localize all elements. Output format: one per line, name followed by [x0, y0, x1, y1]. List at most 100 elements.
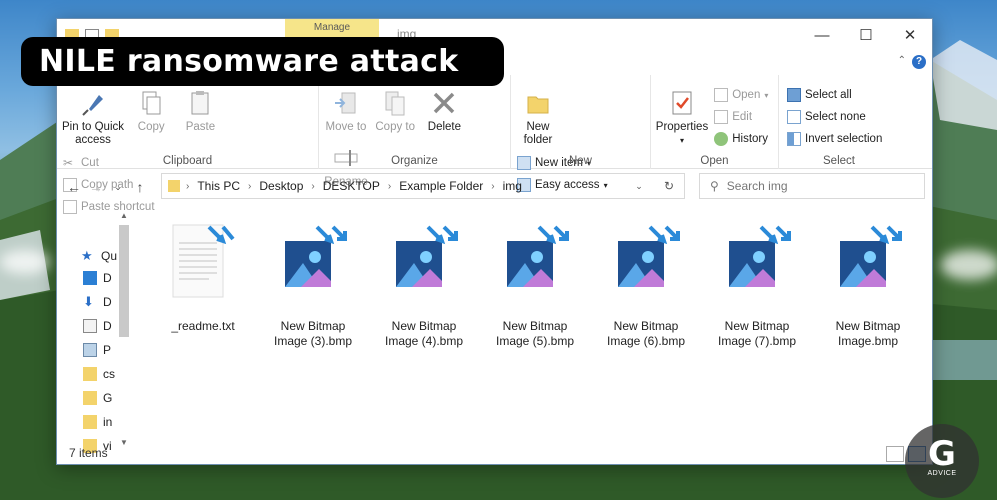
new-folder-button[interactable]: New folder	[515, 89, 561, 147]
invert-selection-button[interactable]: Invert selection	[787, 131, 882, 147]
invert-selection-label: Invert selection	[805, 133, 883, 145]
select-none-button[interactable]: Select none	[787, 109, 882, 125]
delete-label: Delete	[427, 121, 462, 133]
cloud	[940, 250, 997, 280]
pin-to-quick-access-button[interactable]: Pin to Quick access	[61, 89, 125, 147]
select-all-button[interactable]: Select all	[787, 87, 882, 103]
star-icon: ★	[81, 248, 93, 263]
sidebar-item-documents[interactable]: D	[83, 319, 112, 333]
up-arrow-icon[interactable]: ↑	[129, 179, 151, 195]
delete-button[interactable]: Delete	[421, 89, 467, 134]
refresh-icon[interactable]: ↻	[654, 179, 684, 193]
search-placeholder: Search img	[726, 179, 788, 193]
properties-button[interactable]: Properties ▾	[655, 89, 709, 147]
paste-button[interactable]: Paste	[177, 89, 223, 134]
scroll-thumb[interactable]	[119, 225, 129, 337]
edit-icon	[714, 110, 729, 124]
sidebar-item-label: Qu	[101, 249, 118, 263]
select-group: Select all Select none Invert selection …	[779, 75, 899, 169]
history-button[interactable]: History	[714, 131, 768, 147]
image-file-icon	[507, 225, 569, 287]
scroll-down-icon[interactable]: ▼	[117, 438, 131, 447]
delete-icon	[434, 92, 455, 114]
address-dropdown-icon[interactable]: ⌄	[624, 181, 654, 192]
breadcrumb-desktop[interactable]: Desktop	[259, 179, 303, 193]
sidebar-scrollbar[interactable]: ▲ ▼	[117, 211, 131, 447]
close-button[interactable]: ✕	[888, 19, 932, 51]
sidebar-item-downloads[interactable]: ⬇ D	[83, 295, 112, 310]
sidebar-item-pictures[interactable]: P	[83, 343, 111, 357]
edit-button[interactable]: Edit	[714, 109, 768, 125]
file-name: New Bitmap Image (6).bmp	[606, 319, 686, 348]
details-view-icon[interactable]	[886, 446, 904, 462]
navigation-pane[interactable]: ★ Qu D ⬇ D D P cs G in vi ▲ ▼	[57, 205, 135, 453]
select-small-actions: Select all Select none Invert selection	[787, 87, 882, 147]
copy-to-button[interactable]: Copy to	[372, 89, 418, 134]
dropdown-arrow-icon: ▾	[764, 90, 769, 100]
file-name: New Bitmap Image (3).bmp	[273, 319, 353, 348]
sidebar-item-folder-in[interactable]: in	[83, 415, 112, 429]
file-list[interactable]: _readme.txt New Bitmap Image (3).bmp New…	[143, 205, 932, 445]
folder-icon	[83, 367, 97, 381]
move-to-button[interactable]: Move to	[323, 89, 369, 134]
search-icon: ⚲	[710, 179, 719, 193]
text-file-icon	[172, 224, 235, 298]
scroll-up-icon[interactable]: ▲	[117, 211, 131, 220]
open-group: Properties ▾ Open ▾ Edit History Open	[651, 75, 779, 169]
paste-icon	[191, 91, 209, 115]
breadcrumb-img[interactable]: img	[503, 179, 522, 193]
file-item-bitmap[interactable]: New Bitmap Image.bmp	[818, 221, 918, 349]
breadcrumb-separator-icon: ›	[491, 180, 495, 192]
search-box[interactable]: ⚲ Search img	[699, 173, 925, 199]
file-item-bitmap[interactable]: New Bitmap Image (6).bmp	[596, 221, 696, 349]
site-logo-badge: G ADVICE	[905, 424, 979, 498]
maximize-button[interactable]: ☐	[844, 19, 888, 51]
copy-to-icon	[385, 91, 405, 116]
copy-icon	[142, 91, 161, 115]
edit-label: Edit	[732, 111, 753, 123]
file-item-bitmap[interactable]: New Bitmap Image (5).bmp	[485, 221, 585, 349]
minimize-button[interactable]: —	[800, 19, 844, 51]
new-group-label: New	[568, 155, 592, 167]
file-name: New Bitmap Image (4).bmp	[384, 319, 464, 348]
file-item-readme[interactable]: _readme.txt	[153, 221, 253, 334]
sidebar-item-folder-cs[interactable]: cs	[83, 367, 115, 381]
breadcrumb-separator-icon: ›	[186, 180, 190, 192]
file-item-bitmap[interactable]: New Bitmap Image (7).bmp	[707, 221, 807, 349]
folder-icon	[168, 180, 180, 192]
address-bar[interactable]: › This PC › Desktop › DESKTOP › Example …	[161, 173, 685, 199]
article-title-banner: NILE ransomware attack	[21, 37, 504, 86]
help-icon[interactable]: ?	[912, 55, 926, 69]
copy-button[interactable]: Copy	[128, 89, 174, 134]
new-folder-label: New folder	[523, 121, 553, 146]
open-icon	[714, 88, 729, 102]
breadcrumb-example-folder[interactable]: Example Folder	[399, 179, 483, 193]
file-item-bitmap[interactable]: New Bitmap Image (4).bmp	[374, 221, 474, 349]
sidebar-item-label: in	[103, 415, 113, 429]
image-file-icon	[396, 225, 458, 287]
pictures-icon	[83, 343, 97, 357]
image-file-icon	[840, 225, 902, 287]
clipboard-group: Pin to Quick access Copy Paste ✂ Cut Copy…	[57, 75, 319, 214]
forward-arrow-icon[interactable]: →	[85, 179, 107, 195]
back-arrow-icon[interactable]: ←	[63, 179, 85, 195]
sidebar-item-desktop[interactable]: D	[83, 271, 112, 285]
sidebar-item-folder-g[interactable]: G	[83, 391, 112, 405]
folder-icon	[83, 391, 97, 405]
recent-locations-chevron-icon[interactable]: ⌄	[107, 182, 129, 193]
ribbon: Pin to Quick access Copy Paste ✂ Cut Copy…	[57, 75, 932, 214]
manage-tab[interactable]: Manage	[285, 19, 379, 37]
copy-to-label: Copy to	[375, 121, 416, 133]
open-button[interactable]: Open ▾	[714, 87, 768, 103]
sidebar-item-quick-access[interactable]: ★ Qu	[81, 248, 118, 264]
breadcrumb-this-pc[interactable]: This PC	[197, 179, 240, 193]
desktop-icon	[83, 271, 97, 285]
breadcrumb-desktop-folder[interactable]: DESKTOP	[323, 179, 380, 193]
ribbon-collapse-icon[interactable]: ⌃	[898, 55, 906, 66]
select-all-icon	[787, 88, 801, 102]
file-item-bitmap[interactable]: New Bitmap Image (3).bmp	[263, 221, 363, 349]
paste-label: Paste	[185, 121, 216, 133]
image-file-icon	[618, 225, 680, 287]
cloud	[0, 250, 50, 274]
move-to-label: Move to	[325, 121, 367, 133]
